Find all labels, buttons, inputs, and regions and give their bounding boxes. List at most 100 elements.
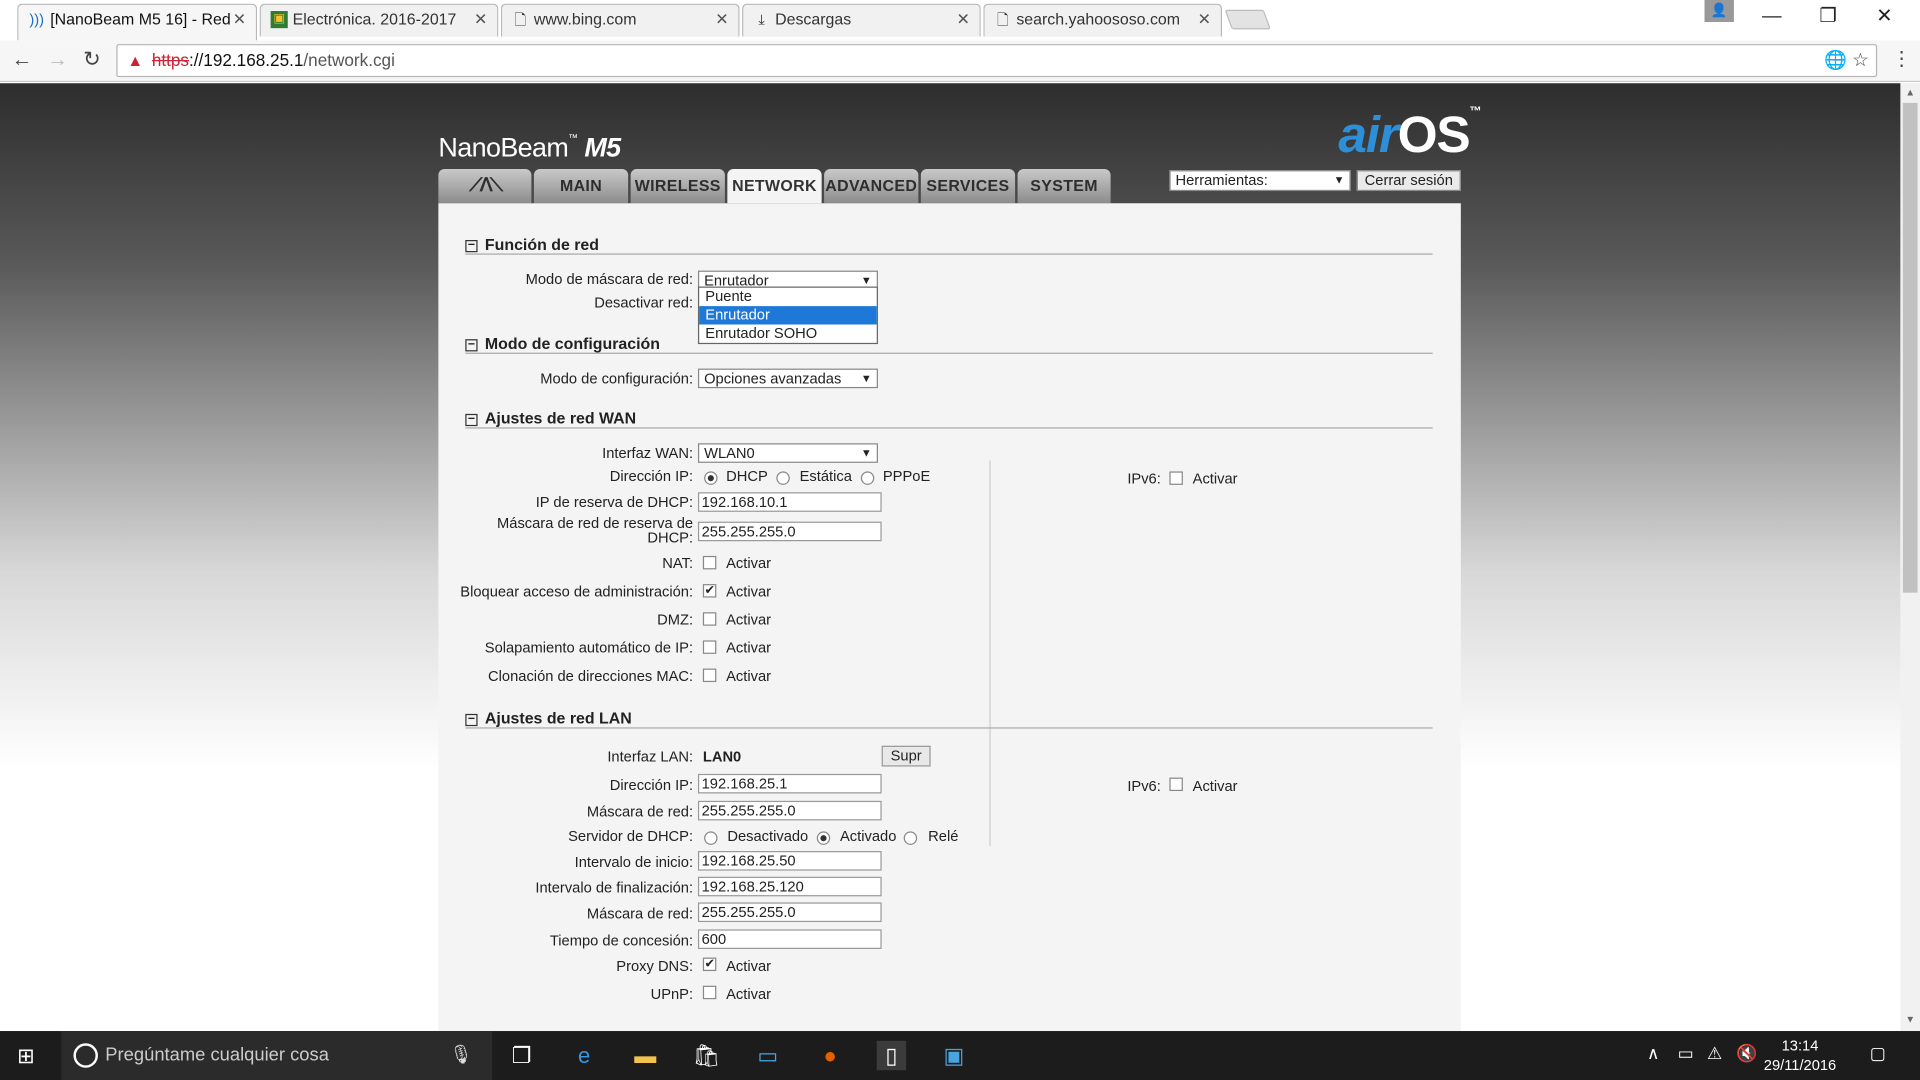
scroll-up-icon[interactable]: ▲: [1905, 87, 1915, 98]
section-config-mode[interactable]: − Modo de configuración: [465, 334, 1433, 354]
battery-icon[interactable]: ▭: [1678, 1043, 1694, 1064]
dmz-checkbox[interactable]: [702, 612, 717, 626]
url-path: /network.cgi: [303, 50, 395, 70]
close-icon[interactable]: ✕: [233, 5, 246, 34]
user-profile-icon[interactable]: 👤: [1704, 0, 1734, 23]
bookmark-star-icon[interactable]: ☆: [1852, 50, 1868, 71]
config-mode-select[interactable]: Opciones avanzadas ▼: [697, 368, 878, 389]
mac-clone-checkbox[interactable]: [702, 668, 717, 683]
reload-icon[interactable]: ↻: [78, 47, 105, 74]
search-placeholder: Pregúntame cualquier cosa: [105, 1044, 329, 1066]
section-lan[interactable]: − Ajustes de red LAN: [465, 708, 1433, 729]
dhcp-on-radio[interactable]: [816, 831, 831, 845]
lease-time-input[interactable]: 600: [697, 929, 882, 949]
range-start-input[interactable]: 192.168.25.50: [697, 851, 882, 871]
lan-ipv6-label: IPv6:: [1127, 777, 1161, 795]
close-icon[interactable]: ✕: [715, 5, 728, 34]
scroll-down-icon[interactable]: ▼: [1905, 1014, 1915, 1025]
section-wan[interactable]: − Ajustes de red WAN: [465, 409, 1433, 429]
option-router[interactable]: Enrutador: [699, 306, 877, 325]
page-icon: 🗋: [514, 11, 527, 29]
volume-muted-icon[interactable]: 🔇: [1736, 1043, 1757, 1064]
browser-tab-downloads[interactable]: ⤓ Descargas ✕: [742, 3, 981, 37]
lenovo-app-icon[interactable]: ▭: [753, 1041, 782, 1070]
cortana-search-box[interactable]: Pregúntame cualquier cosa 🎙: [61, 1031, 493, 1080]
tab-system[interactable]: SYSTEM: [1017, 168, 1111, 204]
browser-tab-nanobeam[interactable]: ))) [NanoBeam M5 16] - Red ✕: [17, 3, 258, 41]
collapse-icon[interactable]: −: [465, 239, 478, 253]
dns-proxy-checkbox[interactable]: ✔: [702, 957, 717, 972]
tab-advanced[interactable]: ADVANCED: [824, 168, 919, 204]
task-view-icon[interactable]: ❐: [507, 1041, 536, 1070]
collapse-icon[interactable]: −: [465, 339, 478, 352]
wan-ip-pppoe-radio[interactable]: [860, 471, 875, 485]
windows-start-icon[interactable]: ⊞: [17, 1044, 34, 1068]
action-center-icon[interactable]: ▢: [1870, 1043, 1886, 1064]
lan-interface-label: Interfaz LAN:: [607, 748, 694, 766]
back-icon[interactable]: ←: [9, 47, 36, 74]
translate-icon[interactable]: 🌐: [1824, 50, 1847, 71]
config-mode-label: Modo de configuración:: [540, 369, 694, 387]
logout-button[interactable]: Cerrar sesión: [1356, 170, 1461, 192]
fallback-mask-input[interactable]: 255.255.255.0: [697, 521, 882, 542]
collapse-icon[interactable]: −: [465, 713, 478, 727]
option-bridge[interactable]: Puente: [699, 288, 877, 306]
section-network-role[interactable]: − Función de red: [465, 235, 1433, 255]
new-tab-button[interactable]: [1224, 9, 1271, 30]
wan-ipv6-checkbox[interactable]: [1169, 471, 1183, 485]
browser-tab-bing[interactable]: 🗋 www.bing.com ✕: [500, 3, 740, 37]
fallback-ip-input[interactable]: 192.168.10.1: [697, 492, 882, 512]
ip-alias-checkbox[interactable]: [702, 640, 717, 654]
dhcp-off-radio[interactable]: [704, 831, 718, 845]
url-text[interactable]: https://192.168.25.1/network.cgi: [152, 50, 395, 70]
file-explorer-icon[interactable]: ▬: [631, 1041, 660, 1070]
tab-ubnt-logo[interactable]: ⟋ᐱ⟍: [438, 168, 532, 204]
network-warning-icon[interactable]: ⚠: [1707, 1043, 1722, 1064]
tab-wireless[interactable]: WIRELESS: [630, 168, 725, 204]
dhcp-relay-radio[interactable]: [903, 831, 918, 845]
store-icon[interactable]: 🛍: [692, 1041, 721, 1070]
page-scrollbar[interactable]: ▲ ▼: [1900, 83, 1920, 1032]
firefox-icon[interactable]: ●: [816, 1041, 845, 1070]
minimize-icon[interactable]: —: [1744, 0, 1800, 34]
lan-mask-input[interactable]: 255.255.255.0: [697, 800, 882, 821]
browser-tab-electronica[interactable]: ▣ Electrónica. 2016-2017 ✕: [259, 3, 499, 37]
lan-ip-input[interactable]: 192.168.25.1: [697, 773, 882, 794]
section-title: Ajustes de red LAN: [484, 708, 632, 728]
control-panel-icon[interactable]: ▣: [939, 1041, 968, 1070]
wan-ip-dhcp-radio[interactable]: [704, 471, 718, 485]
lan-interface-value: LAN0: [702, 748, 742, 766]
wan-interface-select[interactable]: WLAN0 ▼: [697, 443, 878, 463]
scrollbar-thumb[interactable]: [1902, 102, 1918, 593]
tab-network[interactable]: NETWORK: [727, 168, 822, 204]
lan-mask2-input[interactable]: 255.255.255.0: [697, 902, 882, 923]
close-icon[interactable]: ✕: [956, 5, 969, 34]
browser-menu-icon[interactable]: ⋮: [1892, 47, 1912, 71]
microphone-icon[interactable]: 🎙: [449, 1031, 472, 1080]
page-viewport: NanoBeam™ M5 airOS™ ⟋ᐱ⟍ MAIN WIRELESS NE…: [0, 83, 1901, 1032]
lan-ipv6-checkbox[interactable]: [1169, 777, 1183, 792]
close-icon[interactable]: ✕: [1198, 5, 1211, 34]
block-mgmt-checkbox[interactable]: ✔: [702, 584, 717, 598]
range-end-input[interactable]: 192.168.25.120: [697, 876, 882, 897]
tab-main[interactable]: MAIN: [533, 168, 629, 204]
nat-checkbox[interactable]: [702, 555, 717, 570]
edge-icon[interactable]: e: [569, 1041, 598, 1070]
taskbar-clock[interactable]: 13:14 29/11/2016: [1763, 1036, 1836, 1075]
delete-lan-button[interactable]: Supr: [881, 745, 931, 767]
browser-tab-yahoososo[interactable]: 🗋 search.yahoososo.com ✕: [983, 3, 1223, 37]
tools-select[interactable]: Herramientas: ▼: [1169, 170, 1351, 192]
upnp-checkbox[interactable]: [702, 985, 717, 1000]
forward-icon[interactable]: →: [44, 47, 71, 74]
document-app-icon[interactable]: ▯: [876, 1040, 907, 1071]
close-icon[interactable]: ✕: [474, 5, 487, 34]
tray-chevron-up-icon[interactable]: ∧: [1647, 1043, 1660, 1064]
window-close-icon[interactable]: ✕: [1856, 0, 1912, 34]
warning-icon[interactable]: ▲: [127, 51, 143, 69]
tab-services[interactable]: SERVICES: [920, 168, 1016, 204]
brand-model: M5: [584, 132, 621, 163]
address-bar[interactable]: ▲ https://192.168.25.1/network.cgi 🌐 ☆: [116, 44, 1878, 78]
wan-ip-static-radio[interactable]: [776, 471, 790, 485]
collapse-icon[interactable]: −: [465, 413, 478, 427]
restore-icon[interactable]: ❐: [1800, 0, 1856, 34]
